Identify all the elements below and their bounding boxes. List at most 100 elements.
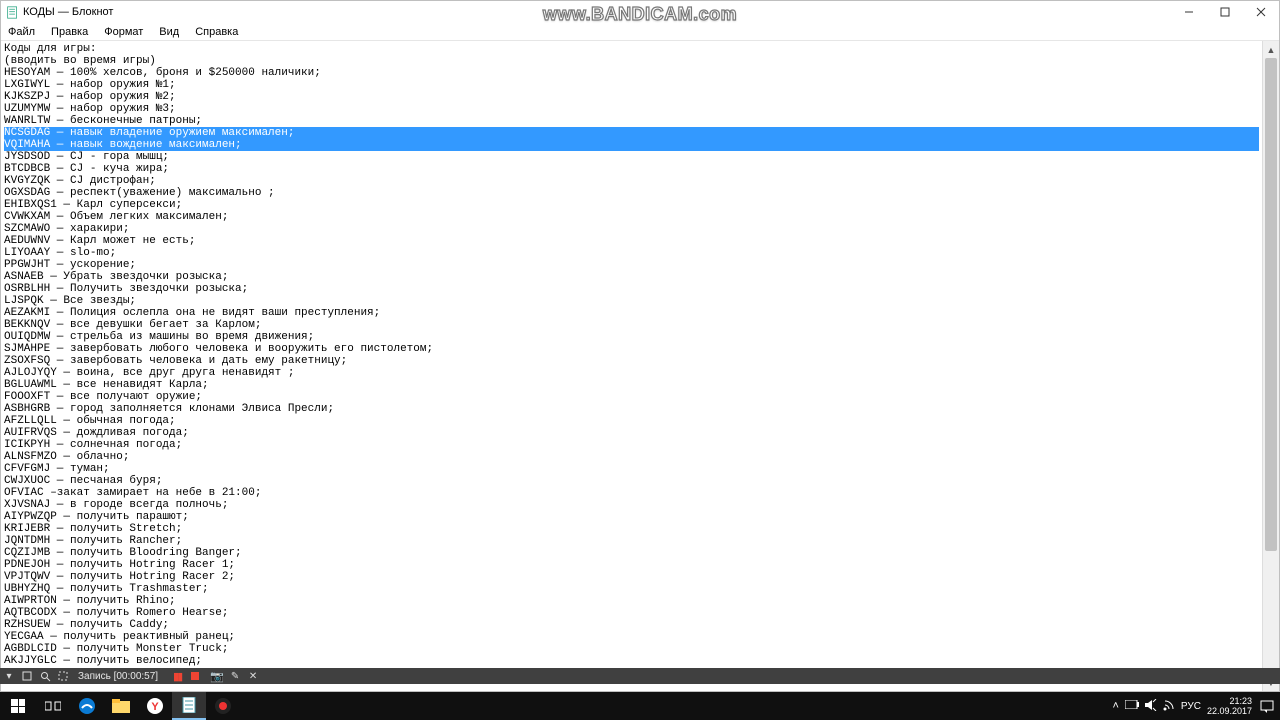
text-line: LJSPQK — Все звезды; (4, 295, 1259, 307)
text-line: KRIJEBR — получить Stretch; (4, 523, 1259, 535)
text-line: LXGIWYL — набор оружия №1; (4, 79, 1259, 91)
text-line: OGXSDAG — респект(уважение) максимально … (4, 187, 1259, 199)
text-line: XJVSNAJ — в городе всегда полночь; (4, 499, 1259, 511)
tray-date: 22.09.2017 (1207, 706, 1252, 716)
text-line: AFZLLQLL — обычная погода; (4, 415, 1259, 427)
notepad-icon (5, 5, 19, 19)
text-line: CVWKXAM — Объем легких максимален; (4, 211, 1259, 223)
recbar-menu-icon[interactable]: ▾ (1, 668, 17, 684)
text-line: KVGYZQK — CJ дистрофан; (4, 175, 1259, 187)
menu-format[interactable]: Формат (101, 25, 146, 39)
close-button[interactable] (1243, 1, 1279, 23)
text-line: SJMAHPE — завербовать любого человека и … (4, 343, 1259, 355)
recbar-close-button[interactable]: ✕ (245, 668, 261, 684)
scroll-up-icon[interactable]: ▲ (1263, 41, 1279, 58)
text-line: (вводить во время игры) (4, 55, 1259, 67)
svg-text:Y: Y (151, 701, 159, 713)
text-line: ALNSFMZO — облачно; (4, 451, 1259, 463)
scroll-track[interactable] (1263, 58, 1279, 674)
tray-language[interactable]: РУС (1181, 701, 1201, 712)
text-line: AEZAKMI — Полиция ослепла она не видят в… (4, 307, 1259, 319)
text-line: CQZIJMB — получить Bloodring Banger; (4, 547, 1259, 559)
text-line: ASBHGRB — город заполняется клонами Элви… (4, 403, 1259, 415)
recording-bar: ▾ Запись [00:00:57] ▮▮ 📷 ✎ ✕ (0, 668, 1280, 684)
windows-logo-icon (11, 699, 25, 713)
text-line: CWJXUOC — песчаная буря; (4, 475, 1259, 487)
screenshot-button[interactable]: 📷 (209, 668, 225, 684)
text-line: VPJTQWV — получить Hotring Racer 2; (4, 571, 1259, 583)
text-line: CFVFGMJ — туман; (4, 463, 1259, 475)
menu-help[interactable]: Справка (192, 25, 241, 39)
menu-edit[interactable]: Правка (48, 25, 91, 39)
text-line: YECGAA — получить реактивный ранец; (4, 631, 1259, 643)
text-line: AUIFRVQS — дождливая погода; (4, 427, 1259, 439)
text-line: EHIBXQS1 — Карл суперсекси; (4, 199, 1259, 211)
taskbar: Y ˄ РУС 21:23 22.09.2017 (0, 692, 1280, 720)
text-line: UZUMYMW — набор оружия №3; (4, 103, 1259, 115)
menu-view[interactable]: Вид (156, 25, 182, 39)
text-line: ZSOXFSQ — завербовать человека и дать ем… (4, 355, 1259, 367)
tray-time: 21:23 (1207, 696, 1252, 706)
recbar-window-icon[interactable] (19, 668, 35, 684)
tray-clock[interactable]: 21:23 22.09.2017 (1207, 696, 1252, 716)
taskbar-taskview[interactable] (36, 692, 70, 720)
text-line-selected: NCSGDAG — навык владение оружием максима… (4, 127, 1259, 139)
text-line: AKJJYGLC — получить велосипед; (4, 655, 1259, 667)
minimize-button[interactable] (1171, 1, 1207, 23)
text-line: OSRBLHH — Получить звездочки розыска; (4, 283, 1259, 295)
text-line: BTCDBCB — CJ - куча жира; (4, 163, 1259, 175)
text-line: LIYOAAY — slo-mo; (4, 247, 1259, 259)
text-line: PPGWJHT — ускорение; (4, 259, 1259, 271)
text-line: PDNEJOH — получить Hotring Racer 1; (4, 559, 1259, 571)
text-area[interactable]: Коды для игры:(вводить во время игры)HES… (1, 41, 1262, 691)
text-line: UBHYZHQ — получить Trashmaster; (4, 583, 1259, 595)
text-line: JYSDSOD — CJ - гора мышц; (4, 151, 1259, 163)
recbar-fullscreen-icon[interactable] (55, 668, 71, 684)
maximize-button[interactable] (1207, 1, 1243, 23)
tray-battery-icon[interactable] (1125, 700, 1139, 712)
draw-button[interactable]: ✎ (227, 668, 243, 684)
taskbar-edge[interactable] (70, 692, 104, 720)
text-line: BGLUAWML — все ненавидят Карла; (4, 379, 1259, 391)
recording-label: Запись [00:00:57] (78, 671, 158, 682)
text-line-selected: VQIMAHA — навык вождение максимален; (4, 139, 1259, 151)
text-line: JQNTDMH — получить Rancher; (4, 535, 1259, 547)
scrollbar[interactable]: ▲ ▼ (1262, 41, 1279, 691)
text-line: FOOOXFT — все получают оружие; (4, 391, 1259, 403)
titlebar[interactable]: КОДЫ — Блокнот (1, 1, 1279, 23)
tray-chevron-up-icon[interactable]: ˄ (1112, 700, 1118, 712)
text-line: OUIQDMW — стрельба из машины во время дв… (4, 331, 1259, 343)
notepad-window: КОДЫ — Блокнот Файл Правка Формат Вид Сп… (0, 0, 1280, 692)
text-line: RZHSUEW — получить Caddy; (4, 619, 1259, 631)
tray-network-icon[interactable] (1163, 699, 1175, 714)
taskbar-yandex[interactable]: Y (138, 692, 172, 720)
text-line: AEDUWNV — Карл может не есть; (4, 235, 1259, 247)
tray-notifications-icon[interactable] (1258, 698, 1276, 714)
start-button[interactable] (0, 692, 36, 720)
pause-button[interactable]: ▮▮ (169, 668, 185, 684)
text-line: ICIKPYH — солнечная погода; (4, 439, 1259, 451)
text-line: OFVIAC –закат замирает на небе в 21:00; (4, 487, 1259, 499)
stop-button[interactable] (187, 668, 203, 684)
text-line: WANRLTW — бесконечные патроны; (4, 115, 1259, 127)
window-title: КОДЫ — Блокнот (23, 6, 113, 18)
text-line: AGBDLCID — получить Monster Truck; (4, 643, 1259, 655)
taskbar-bandicam[interactable] (206, 692, 240, 720)
taskbar-notepad[interactable] (172, 692, 206, 720)
text-line: KJKSZPJ — набор оружия №2; (4, 91, 1259, 103)
text-line: BEKKNQV — все девушки бегает за Карлом; (4, 319, 1259, 331)
text-line: AJLOJYQY — воина, все друг друга ненавид… (4, 367, 1259, 379)
text-line: AQTBCODX — получить Romero Hearse; (4, 607, 1259, 619)
text-line: AIWPRTON — получить Rhino; (4, 595, 1259, 607)
scroll-thumb[interactable] (1265, 58, 1277, 551)
text-line: Коды для игры: (4, 43, 1259, 55)
tray-volume-icon[interactable] (1145, 699, 1157, 714)
text-line: HESOYAM — 100% хелсов, броня и $250000 н… (4, 67, 1259, 79)
text-line: ASNAEB — Убрать звездочки розыска; (4, 271, 1259, 283)
text-line: AIYPWZQP — получить парашют; (4, 511, 1259, 523)
menu-file[interactable]: Файл (5, 25, 38, 39)
taskbar-explorer[interactable] (104, 692, 138, 720)
system-tray: ˄ РУС 21:23 22.09.2017 (1112, 692, 1280, 720)
menubar: Файл Правка Формат Вид Справка (1, 23, 1279, 41)
recbar-search-icon[interactable] (37, 668, 53, 684)
